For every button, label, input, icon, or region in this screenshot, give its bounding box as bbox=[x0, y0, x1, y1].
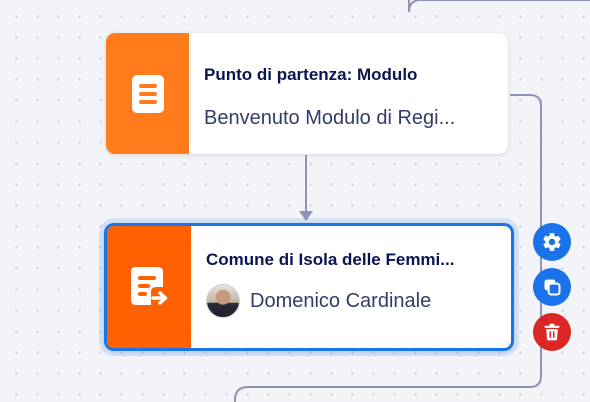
duplicate-button[interactable] bbox=[533, 268, 571, 306]
gear-icon bbox=[543, 233, 561, 251]
form-forward-icon bbox=[131, 267, 168, 305]
step-node-body: Comune di Isola delle Femmi... Domenico … bbox=[191, 226, 511, 348]
approval-step-node[interactable]: Comune di Isola delle Femmi... Domenico … bbox=[104, 223, 514, 351]
incoming-connector-curve bbox=[408, 0, 590, 13]
start-node-body: Punto di partenza: Modulo Benvenuto Modu… bbox=[189, 33, 508, 154]
start-node-subtitle: Benvenuto Modulo di Regi... bbox=[204, 107, 456, 129]
connector-arrow-head bbox=[299, 211, 313, 221]
start-node-title: Punto di partenza: Modulo bbox=[204, 65, 418, 84]
avatar bbox=[206, 284, 240, 318]
delete-button[interactable] bbox=[533, 313, 571, 351]
copy-icon bbox=[544, 279, 561, 296]
step-node-icon-panel bbox=[107, 226, 191, 348]
assignee: Domenico Cardinale bbox=[206, 284, 497, 318]
workflow-canvas[interactable]: Punto di partenza: Modulo Benvenuto Modu… bbox=[0, 0, 590, 402]
step-node-title: Comune di Isola delle Femmi... bbox=[206, 250, 455, 269]
settings-button[interactable] bbox=[533, 223, 571, 261]
form-icon bbox=[131, 74, 164, 113]
assignee-name: Domenico Cardinale bbox=[250, 290, 432, 312]
trash-icon bbox=[544, 323, 560, 341]
start-node[interactable]: Punto di partenza: Modulo Benvenuto Modu… bbox=[106, 33, 508, 154]
start-node-icon-panel bbox=[106, 33, 189, 154]
